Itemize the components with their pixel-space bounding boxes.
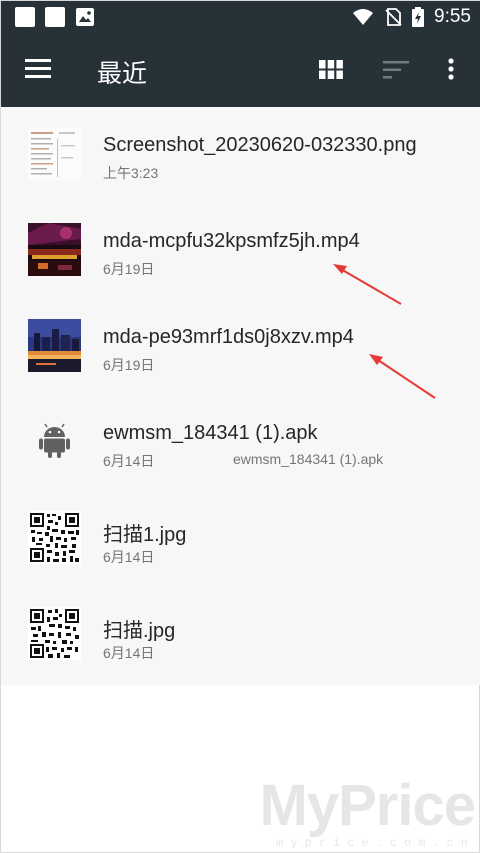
file-name: 扫描1.jpg: [103, 524, 187, 546]
file-name: mda-mcpfu32kpsmfz5jh.mp4: [103, 230, 360, 252]
no-sim-icon: [385, 8, 402, 26]
file-row[interactable]: Screenshot_20230620-032330.png 上午3:23: [1, 107, 480, 203]
grid-view-icon[interactable]: [319, 60, 343, 80]
page-title: 最近: [97, 60, 148, 88]
qr-code-thumbnail: [28, 511, 81, 564]
android-icon: [28, 415, 81, 468]
recent-files-list: Screenshot_20230620-032330.png 上午3:23 md…: [1, 107, 480, 685]
wifi-icon: [353, 9, 374, 25]
file-date: 6月14日: [103, 549, 155, 565]
video-thumbnail: [28, 319, 81, 372]
more-options-icon[interactable]: [441, 57, 461, 83]
app-toolbar: 最近: [1, 33, 480, 107]
file-date: 6月14日: [103, 645, 155, 661]
file-date: 上午3:23: [103, 165, 159, 181]
file-row[interactable]: mda-pe93mrf1ds0j8xzv.mp4 6月19日: [1, 299, 480, 395]
screen-frame: 9:55 最近 Screenshot_20230620-032330.png 上…: [0, 0, 480, 853]
file-row[interactable]: 扫描1.jpg 6月14日: [1, 491, 480, 587]
sort-icon[interactable]: [383, 60, 409, 80]
file-row[interactable]: ewmsm_184341 (1).apk 6月14日 ewmsm_184341 …: [1, 395, 480, 491]
video-thumbnail: [28, 223, 81, 276]
qr-code-thumbnail: [28, 607, 81, 660]
file-name: ewmsm_184341 (1).apk: [103, 422, 318, 444]
file-row[interactable]: mda-mcpfu32kpsmfz5jh.mp4 6月19日: [1, 203, 480, 299]
watermark-domain: myprice.com.cn: [276, 836, 475, 850]
notification-icon: [15, 7, 35, 27]
hamburger-menu-icon[interactable]: [25, 59, 51, 79]
notification-icon: [45, 7, 65, 27]
battery-charging-icon: [412, 7, 425, 27]
file-date: 6月19日: [103, 357, 155, 373]
status-bar: 9:55: [1, 1, 480, 33]
watermark-brand: MyPrice: [259, 773, 476, 838]
file-name: Screenshot_20230620-032330.png: [103, 134, 417, 156]
file-summary: ewmsm_184341 (1).apk: [233, 451, 384, 467]
watermark: MyPrice myprice.com.cn: [259, 773, 476, 851]
file-name: 扫描.jpg: [103, 620, 176, 642]
file-date: 6月14日: [103, 453, 155, 469]
image-notification-icon: [76, 8, 94, 26]
screenshot-thumbnail: [28, 127, 81, 180]
file-date: 6月19日: [103, 261, 155, 277]
clock: 9:55: [434, 6, 471, 27]
file-row[interactable]: 扫描.jpg 6月14日: [1, 587, 480, 683]
file-name: mda-pe93mrf1ds0j8xzv.mp4: [103, 326, 354, 348]
